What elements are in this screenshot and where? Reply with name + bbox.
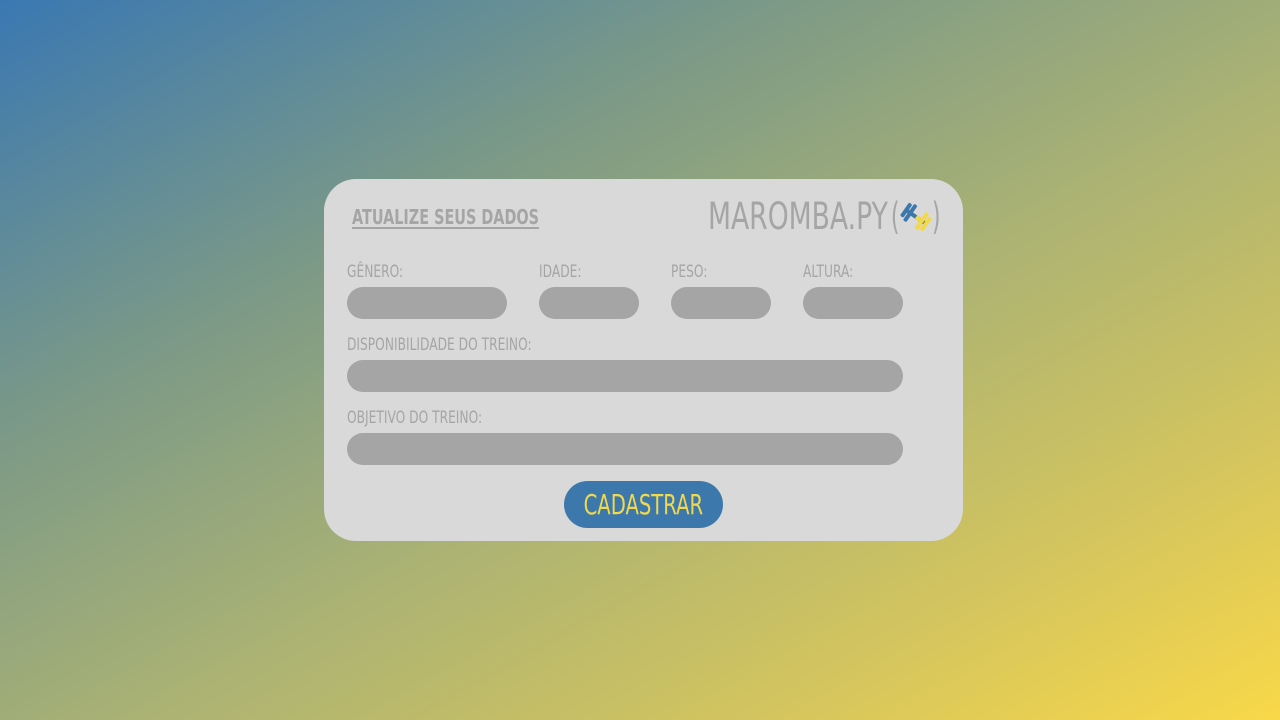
altura-label: ALTURA: [803, 262, 854, 282]
cadastrar-button-label: CADASTRAR [583, 488, 704, 521]
idade-label: IDADE: [539, 262, 582, 282]
dumbbell-icon [899, 200, 933, 234]
peso-input[interactable] [671, 287, 771, 319]
idade-input[interactable] [539, 287, 639, 319]
disponibilidade-label: DISPONIBILIDADE DO TREINO: [347, 335, 532, 355]
peso-label: PESO: [671, 262, 708, 282]
brand-logo: MAROMBA.PY ( ) [638, 195, 943, 239]
genero-input[interactable] [347, 287, 507, 319]
brand-close-paren: ) [931, 195, 941, 238]
brand-name: MAROMBA.PY [708, 195, 889, 238]
objetivo-input[interactable] [347, 433, 903, 465]
cadastrar-button[interactable]: CADASTRAR [564, 481, 723, 528]
disponibilidade-input[interactable] [347, 360, 903, 392]
objetivo-label: OBJETIVO DO TREINO: [347, 408, 483, 428]
altura-input[interactable] [803, 287, 903, 319]
brand-open-paren: ( [891, 195, 900, 238]
form-title-link[interactable]: ATUALIZE SEUS DADOS [352, 205, 539, 229]
update-data-card: ATUALIZE SEUS DADOS MAROMBA.PY ( ) GÊNER… [324, 179, 963, 541]
genero-label: GÊNERO: [347, 262, 404, 282]
